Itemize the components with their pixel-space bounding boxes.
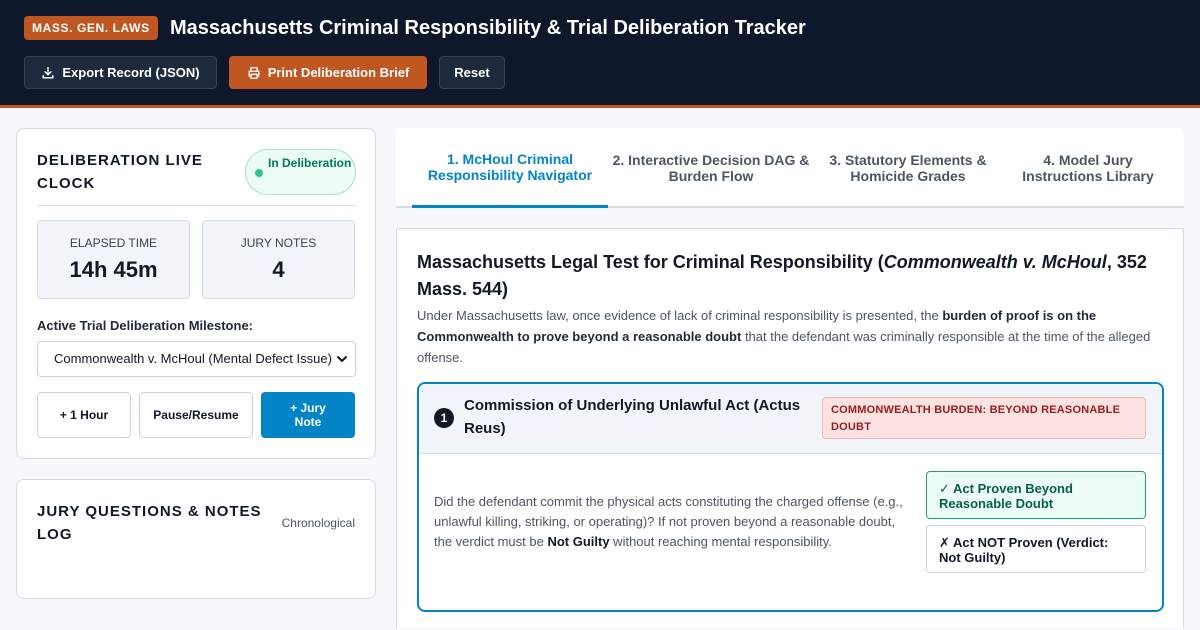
title-prefix: Massachusetts Legal Test for Criminal Re… (417, 252, 884, 272)
element-card-actus-reus: 1 Commission of Underlying Unlawful Act … (417, 382, 1164, 612)
clock-heading: DELIBERATION LIVE CLOCK (37, 152, 203, 192)
element-card-header: 1 Commission of Underlying Unlawful Act … (419, 384, 1162, 454)
navigator-panel: Massachusetts Legal Test for Criminal Re… (396, 228, 1184, 628)
milestone-select[interactable]: Commonwealth v. McHoul (Mental Defect Is… (37, 341, 356, 377)
act-proven-button[interactable]: ✓ Act Proven Beyond Reasonable Doubt (926, 471, 1146, 519)
element-question: Did the defendant commit the physical ac… (434, 492, 914, 552)
download-icon (42, 66, 54, 79)
print-brief-button[interactable]: Print Deliberation Brief (229, 56, 427, 89)
add-hour-button[interactable]: + 1 Hour (37, 392, 131, 438)
act-not-proven-button[interactable]: ✗ Act NOT Proven (Verdict: Not Guilty) (926, 525, 1146, 573)
status-text: In Deliberation (268, 156, 352, 170)
jury-notes-card: JURY QUESTIONS & NOTES LOG Chronological (16, 479, 376, 599)
app-header: MASS. GEN. LAWS Massachusetts Criminal R… (0, 0, 1200, 108)
element-number: 1 (434, 408, 454, 428)
page-title: Massachusetts Legal Test for Criminal Re… (417, 249, 1157, 303)
tab-jury-instructions[interactable]: 4. Model Jury Instructions Library (1006, 128, 1170, 208)
tab-statutory-elements[interactable]: 3. Statutory Elements & Homicide Grades (814, 128, 1002, 208)
intro-prefix: Under Massachusetts law, once evidence o… (417, 308, 943, 323)
add-jury-note-button[interactable]: + Jury Note (261, 392, 355, 438)
printer-icon (248, 66, 260, 79)
element-title: Commission of Underlying Unlawful Act (A… (464, 397, 801, 437)
jury-notes-label: JURY NOTES (240, 236, 317, 250)
pause-resume-button[interactable]: Pause/Resume (139, 392, 253, 438)
chevron-down-icon (337, 356, 347, 362)
milestone-selected-value: Commonwealth v. McHoul (Mental Defect Is… (54, 351, 332, 366)
export-record-button[interactable]: Export Record (JSON) (24, 56, 217, 89)
status-badge: In Deliberation (245, 149, 356, 195)
tab-bar: 1. McHoul Criminal Responsibility Naviga… (396, 128, 1184, 208)
milestone-label: Active Trial Deliberation Milestone: (37, 318, 253, 333)
divider (37, 205, 356, 206)
jury-notes-stat: JURY NOTES 4 (202, 220, 355, 299)
title-case-name: Commonwealth v. McHoul (883, 252, 1107, 272)
intro-text: Under Massachusetts law, once evidence o… (417, 305, 1157, 368)
notes-heading: JURY QUESTIONS & NOTES LOG (37, 503, 262, 543)
burden-badge: COMMONWEALTH BURDEN: BEYOND REASONABLE D… (822, 397, 1146, 439)
question-suffix: without reaching mental responsibility. (609, 534, 832, 549)
jury-notes-value: 4 (272, 257, 285, 282)
reset-button[interactable]: Reset (439, 56, 505, 89)
deliberation-clock-card: DELIBERATION LIVE CLOCK In Deliberation … (16, 128, 376, 459)
elapsed-time-value: 14h 45m (69, 257, 158, 282)
export-record-label: Export Record (JSON) (62, 65, 200, 80)
tab-mchoul-navigator[interactable]: 1. McHoul Criminal Responsibility Naviga… (412, 128, 608, 208)
notes-sort-toggle[interactable]: Chronological (282, 516, 355, 530)
elapsed-time-stat: ELAPSED TIME 14h 45m (37, 220, 190, 299)
question-emphasis: Not Guilty (547, 534, 610, 549)
status-dot-icon (255, 169, 263, 177)
tab-decision-dag[interactable]: 2. Interactive Decision DAG & Burden Flo… (612, 128, 810, 208)
elapsed-time-label: ELAPSED TIME (69, 236, 158, 250)
app-title: Massachusetts Criminal Responsibility & … (170, 17, 806, 39)
law-badge: MASS. GEN. LAWS (24, 16, 158, 40)
print-brief-label: Print Deliberation Brief (267, 65, 410, 80)
